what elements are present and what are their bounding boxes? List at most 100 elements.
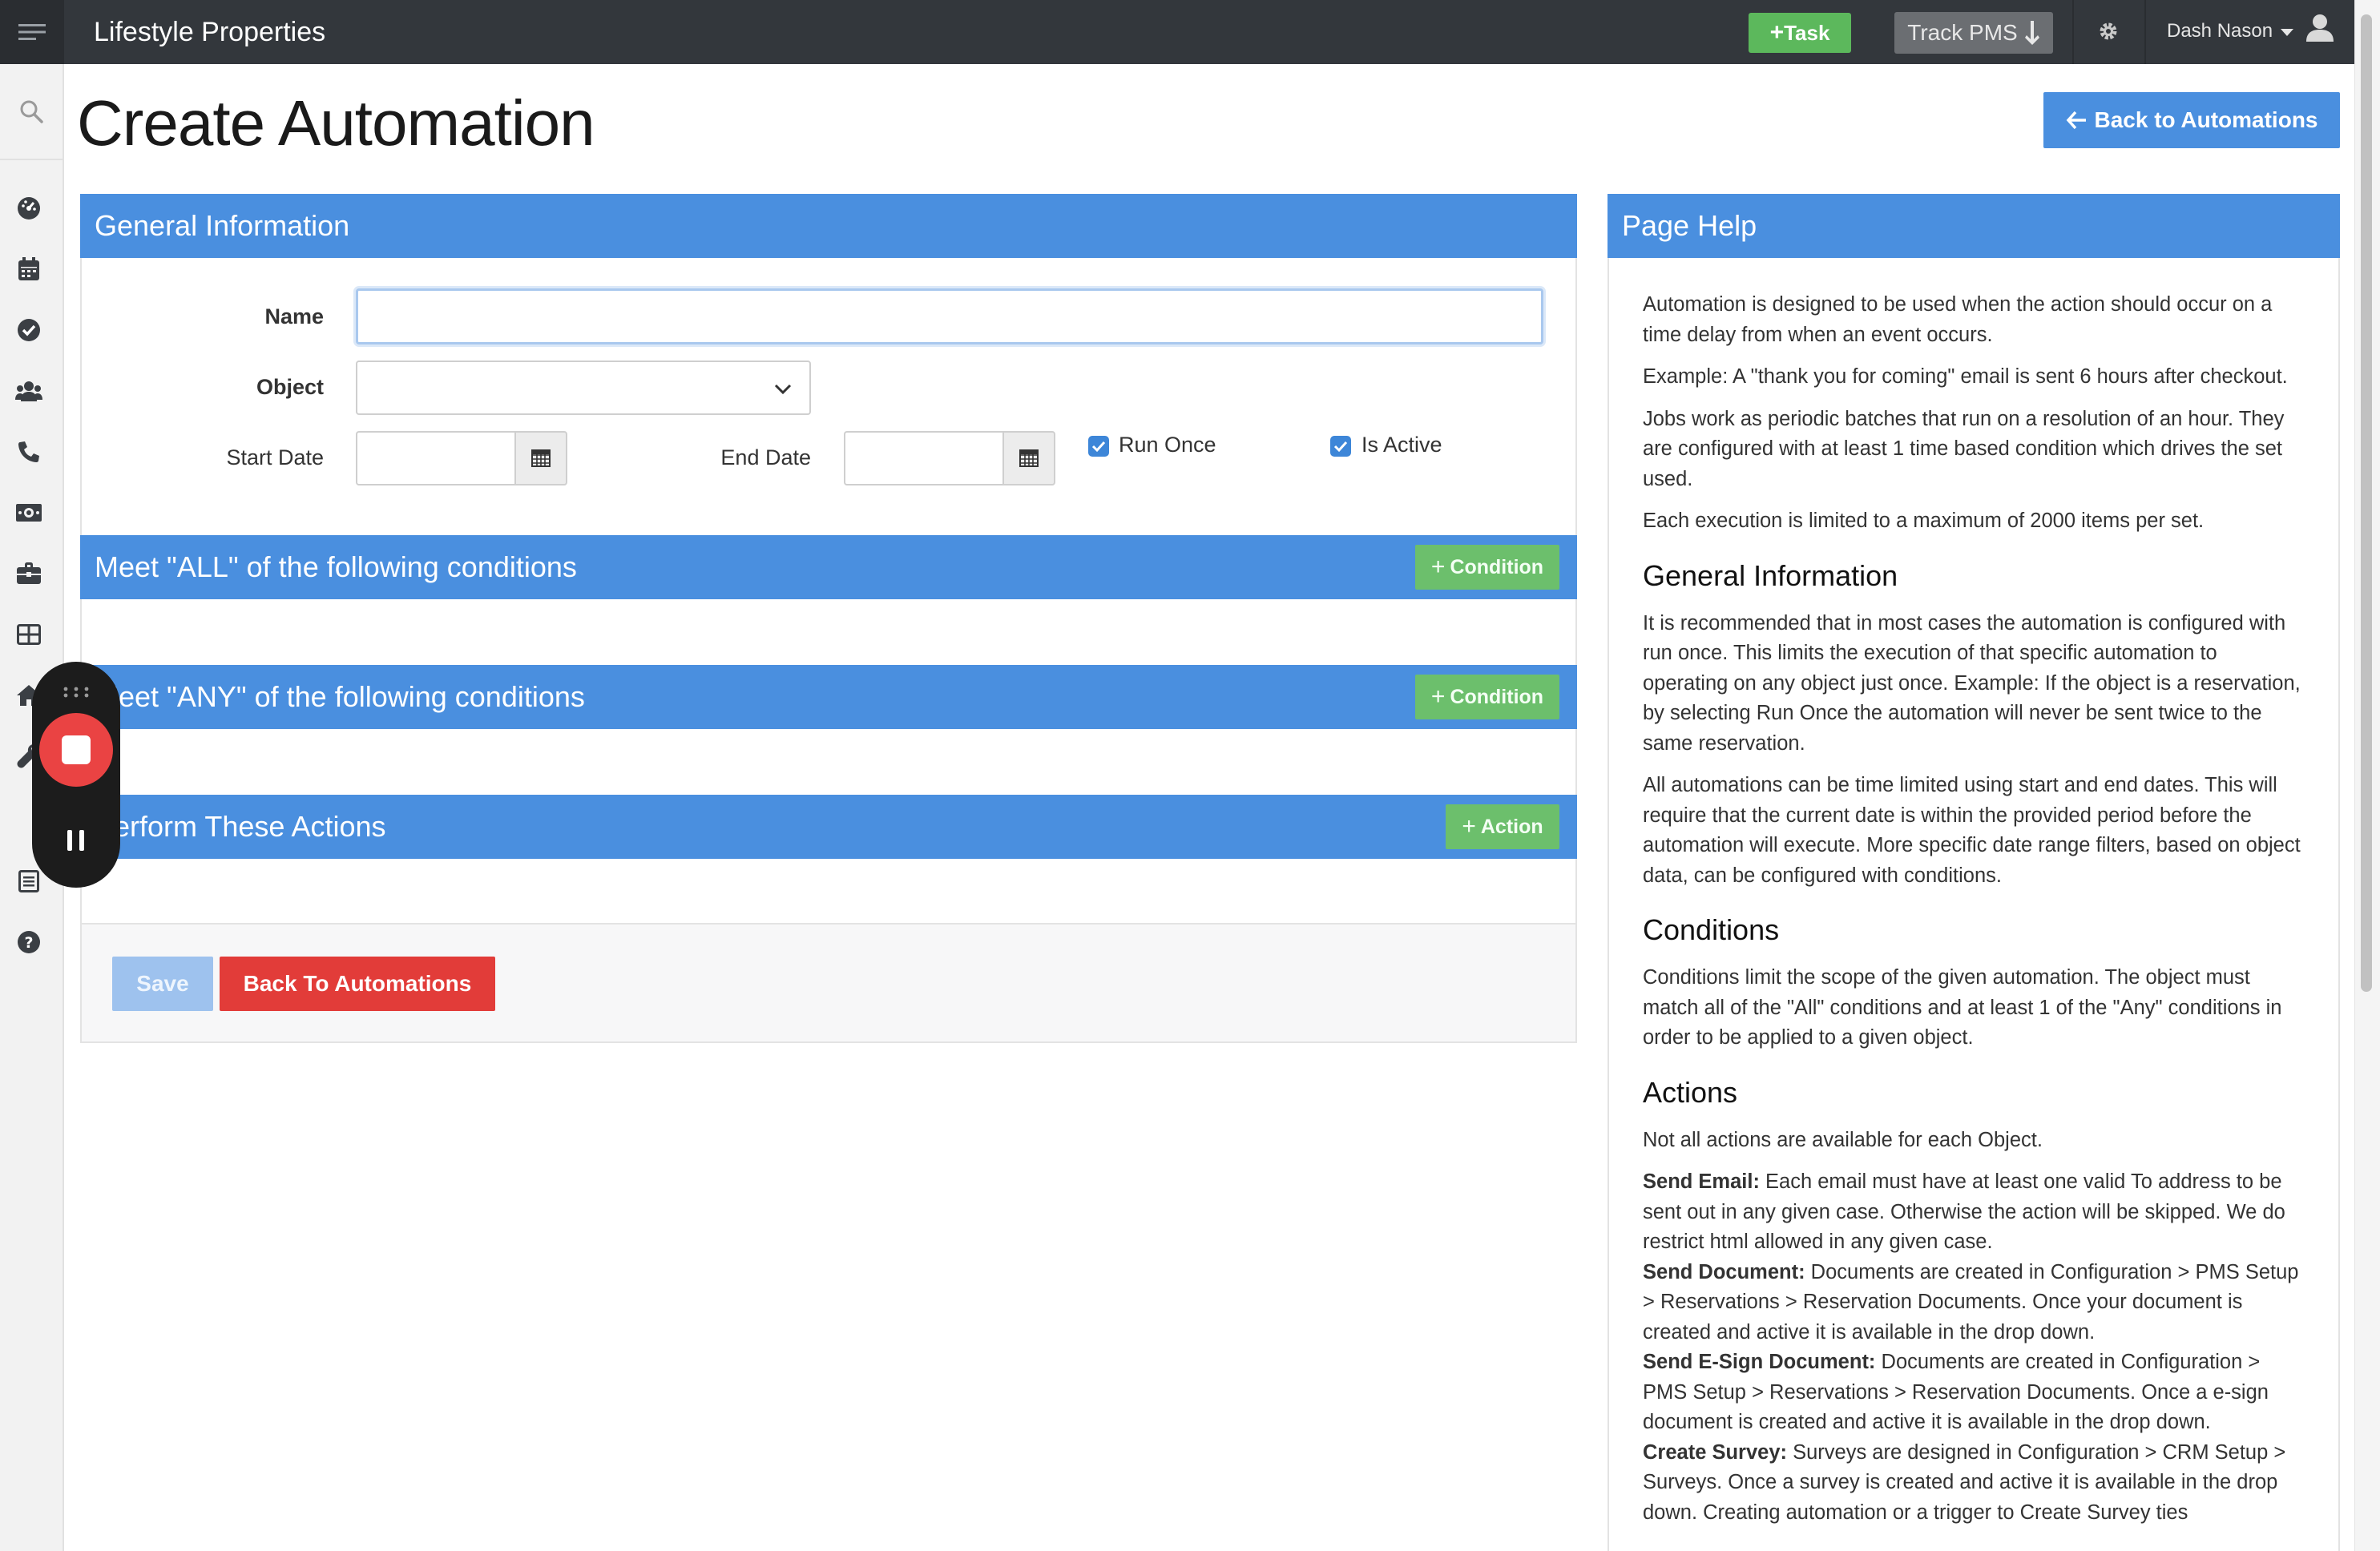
help-paragraph: Example: A "thank you for coming" email …	[1643, 365, 2288, 388]
phone-icon	[18, 441, 39, 462]
object-label: Object	[256, 375, 324, 399]
end-date-input[interactable]	[844, 431, 1004, 485]
user-icon[interactable]	[2305, 13, 2335, 43]
is-active-checkbox[interactable]	[1330, 436, 1351, 457]
drag-handle-icon[interactable]	[63, 686, 90, 699]
plus-icon: +	[1462, 813, 1476, 840]
sidebar-item-calls[interactable]	[15, 438, 42, 465]
back-to-automations-top-label: Back to Automations	[2094, 107, 2318, 132]
plus-icon: +	[1430, 554, 1446, 580]
topbar-divider	[2144, 0, 2146, 64]
back-to-automations-button[interactable]: Back To Automations	[220, 957, 495, 1011]
help-heading-general: General Information	[1643, 558, 1898, 592]
help-action-item: Send Document: Documents are created in …	[1643, 1258, 2306, 1348]
actions-header: Perform These Actions	[80, 795, 1577, 859]
sidebar-item-contacts[interactable]	[15, 377, 42, 405]
sidebar-search-button[interactable]	[0, 64, 63, 160]
page-help-body: Automation is designed to be used when t…	[1608, 258, 2340, 1551]
plus-icon: +	[1769, 19, 1785, 46]
sidebar-item-help[interactable]: ?	[15, 929, 42, 956]
arrow-left-icon	[2066, 111, 2086, 130]
help-paragraph: Automation is designed to be used when t…	[1643, 293, 2273, 346]
any-conditions-title: Meet "ANY" of the following conditions	[95, 680, 585, 713]
menu-toggle-button[interactable]	[0, 0, 64, 64]
help-paragraph: It is recommended that in most cases the…	[1643, 611, 2301, 755]
start-date-input[interactable]	[356, 431, 516, 485]
help-paragraph: Not all actions are available for each O…	[1643, 1128, 2043, 1151]
help-heading-actions: Actions	[1643, 1075, 1738, 1109]
money-bill-icon	[16, 504, 42, 522]
settings-button[interactable]	[2092, 14, 2125, 48]
all-conditions-header: Meet "ALL" of the following conditions	[80, 535, 1577, 599]
table-grid-icon	[17, 624, 41, 645]
back-to-automations-top-button[interactable]: Back to Automations	[2043, 92, 2340, 148]
top-bar: Lifestyle Properties + Task Track PMS Da…	[0, 0, 2354, 64]
start-date-calendar-button[interactable]	[514, 431, 567, 485]
check-circle-icon	[18, 319, 40, 341]
help-actions-list: Send Email: Each email must have at leas…	[1643, 1167, 2306, 1528]
sidebar-item-work-orders[interactable]	[15, 560, 42, 587]
object-select[interactable]	[356, 361, 811, 415]
sidebar-item-calendar[interactable]	[15, 256, 42, 283]
name-label: Name	[264, 304, 324, 328]
screen-recorder-widget	[32, 662, 120, 888]
add-action-label: Action	[1480, 815, 1543, 838]
sidebar-item-tasks[interactable]	[15, 316, 42, 344]
sidebar-item-grid[interactable]	[15, 621, 42, 648]
calendar-grid-icon	[531, 449, 551, 467]
briefcase-icon	[17, 562, 41, 584]
any-conditions-body	[80, 729, 1577, 795]
list-document-icon	[18, 870, 39, 892]
user-menu-name[interactable]: Dash Nason	[2167, 0, 2273, 64]
run-once-label[interactable]: Run Once	[1119, 433, 1216, 457]
svg-text:?: ?	[24, 934, 33, 952]
help-action-title: Send Email:	[1643, 1170, 1760, 1193]
start-date-label: Start Date	[226, 445, 324, 469]
stop-recording-button[interactable]	[39, 713, 113, 787]
track-pms-button[interactable]: Track PMS	[1894, 12, 2053, 54]
task-button-label: Task	[1784, 20, 1830, 45]
pause-icon[interactable]	[66, 828, 87, 852]
calendar-grid-icon	[1019, 449, 1039, 467]
page-title: Create Automation	[77, 87, 595, 159]
add-task-button[interactable]: + Task	[1749, 13, 1851, 53]
actions-title: Perform These Actions	[95, 810, 386, 843]
help-paragraph: All automations can be time limited usin…	[1643, 774, 2301, 887]
scrollbar-thumb[interactable]	[2361, 14, 2372, 992]
caret-down-icon[interactable]	[2280, 27, 2294, 37]
arrow-down-icon	[2024, 21, 2039, 45]
help-action-item: Send Email: Each email must have at leas…	[1643, 1167, 2306, 1258]
users-icon	[15, 381, 42, 401]
add-any-condition-button[interactable]: + Condition	[1415, 675, 1559, 719]
actions-body	[80, 859, 1577, 923]
help-action-item: Send E-Sign Document: Documents are crea…	[1643, 1348, 2306, 1438]
question-circle-icon: ?	[18, 931, 40, 953]
name-input[interactable]	[356, 288, 1543, 344]
app-title: Lifestyle Properties	[94, 17, 326, 47]
sidebar-item-payments[interactable]	[15, 499, 42, 526]
general-information-title: General Information	[95, 209, 350, 242]
checkmark-icon	[1091, 441, 1106, 453]
save-button[interactable]: Save	[112, 957, 213, 1011]
help-action-item: Create Survey: Surveys are designed in C…	[1643, 1438, 2306, 1529]
any-conditions-header: Meet "ANY" of the following conditions	[80, 665, 1577, 729]
search-icon	[20, 100, 43, 123]
end-date-calendar-button[interactable]	[1002, 431, 1055, 485]
page-help-title: Page Help	[1622, 209, 1757, 242]
add-all-condition-button[interactable]: + Condition	[1415, 545, 1559, 590]
help-action-title: Create Survey:	[1643, 1440, 1788, 1464]
add-action-button[interactable]: + Action	[1446, 804, 1559, 849]
help-action-title: Send Document:	[1643, 1260, 1805, 1283]
form-footer: Save Back To Automations	[80, 923, 1577, 1043]
track-pms-label: Track PMS	[1907, 20, 2018, 45]
stop-icon	[62, 735, 91, 764]
sidebar-item-reports[interactable]	[15, 868, 42, 895]
hamburger-icon	[18, 24, 46, 40]
is-active-label[interactable]: Is Active	[1361, 433, 1442, 457]
calendar-icon	[18, 257, 39, 280]
help-paragraph: Conditions limit the scope of the given …	[1643, 966, 2282, 1049]
sidebar-item-dashboard[interactable]	[15, 195, 42, 222]
add-condition-label: Condition	[1450, 555, 1544, 578]
gear-icon	[2100, 22, 2117, 40]
run-once-checkbox[interactable]	[1088, 436, 1109, 457]
